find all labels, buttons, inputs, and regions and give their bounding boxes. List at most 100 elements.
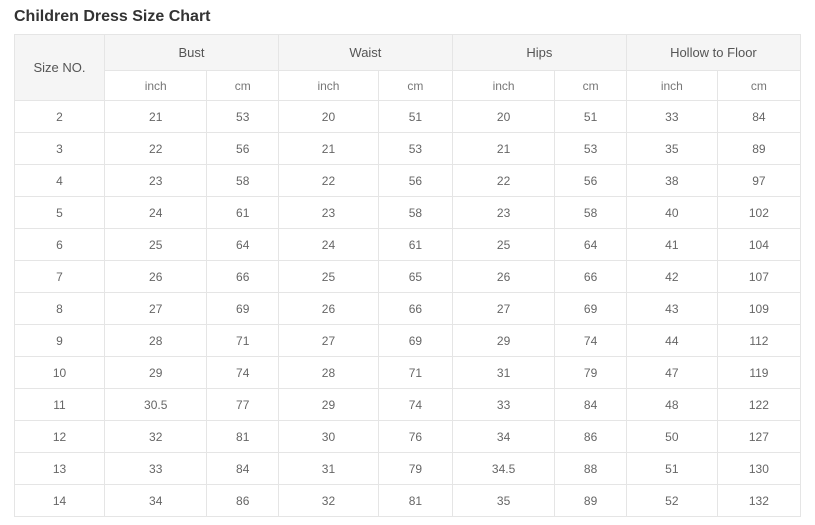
cell-htf_cm: 109	[717, 293, 800, 325]
table-row: 133384317934.58851130	[15, 453, 801, 485]
cell-htf_cm: 119	[717, 357, 800, 389]
cell-waist_cm: 65	[378, 261, 452, 293]
cell-bust_cm: 81	[207, 421, 279, 453]
cell-hips_in: 29	[452, 325, 554, 357]
cell-waist_in: 31	[278, 453, 378, 485]
cell-waist_cm: 66	[378, 293, 452, 325]
cell-size: 2	[15, 101, 105, 133]
hips-header: Hips	[452, 35, 626, 71]
cell-waist_cm: 56	[378, 165, 452, 197]
cell-waist_in: 32	[278, 485, 378, 517]
cell-htf_in: 33	[626, 101, 717, 133]
cell-htf_in: 44	[626, 325, 717, 357]
cell-bust_cm: 77	[207, 389, 279, 421]
cell-bust_in: 30.5	[105, 389, 207, 421]
cell-waist_cm: 51	[378, 101, 452, 133]
table-row: 524612358235840102	[15, 197, 801, 229]
cell-size: 13	[15, 453, 105, 485]
cell-htf_in: 51	[626, 453, 717, 485]
table-row: 42358225622563897	[15, 165, 801, 197]
cell-htf_cm: 112	[717, 325, 800, 357]
cell-waist_cm: 69	[378, 325, 452, 357]
cell-bust_in: 22	[105, 133, 207, 165]
table-row: 625642461256441104	[15, 229, 801, 261]
cell-waist_cm: 81	[378, 485, 452, 517]
cell-size: 6	[15, 229, 105, 261]
cell-size: 3	[15, 133, 105, 165]
cell-bust_cm: 71	[207, 325, 279, 357]
cell-hips_cm: 79	[555, 357, 627, 389]
cell-hips_in: 25	[452, 229, 554, 261]
cell-hips_cm: 69	[555, 293, 627, 325]
size-no-header: Size NO.	[15, 35, 105, 101]
cell-htf_cm: 107	[717, 261, 800, 293]
cell-htf_in: 48	[626, 389, 717, 421]
bust-header: Bust	[105, 35, 279, 71]
cell-bust_in: 26	[105, 261, 207, 293]
cell-bust_cm: 69	[207, 293, 279, 325]
cell-waist_in: 30	[278, 421, 378, 453]
cell-bust_in: 29	[105, 357, 207, 389]
hips-cm-header: cm	[555, 71, 627, 101]
cell-hips_cm: 53	[555, 133, 627, 165]
table-row: 32256215321533589	[15, 133, 801, 165]
cell-size: 11	[15, 389, 105, 421]
cell-waist_in: 20	[278, 101, 378, 133]
cell-waist_cm: 74	[378, 389, 452, 421]
cell-bust_in: 32	[105, 421, 207, 453]
cell-htf_in: 40	[626, 197, 717, 229]
cell-htf_in: 42	[626, 261, 717, 293]
hollow-to-floor-header: Hollow to Floor	[626, 35, 800, 71]
cell-bust_cm: 74	[207, 357, 279, 389]
cell-waist_in: 28	[278, 357, 378, 389]
table-body: 2215320512051338432256215321533589423582…	[15, 101, 801, 517]
cell-waist_in: 22	[278, 165, 378, 197]
cell-hips_in: 21	[452, 133, 554, 165]
cell-hips_in: 20	[452, 101, 554, 133]
cell-hips_in: 34.5	[452, 453, 554, 485]
cell-bust_cm: 86	[207, 485, 279, 517]
cell-htf_cm: 127	[717, 421, 800, 453]
cell-waist_in: 29	[278, 389, 378, 421]
cell-waist_cm: 79	[378, 453, 452, 485]
cell-htf_in: 43	[626, 293, 717, 325]
cell-htf_in: 52	[626, 485, 717, 517]
table-header-units: inch cm inch cm inch cm inch cm	[15, 71, 801, 101]
waist-header: Waist	[278, 35, 452, 71]
cell-bust_cm: 66	[207, 261, 279, 293]
cell-hips_in: 23	[452, 197, 554, 229]
cell-waist_cm: 61	[378, 229, 452, 261]
cell-htf_in: 38	[626, 165, 717, 197]
cell-bust_cm: 84	[207, 453, 279, 485]
cell-hips_cm: 64	[555, 229, 627, 261]
cell-htf_cm: 97	[717, 165, 800, 197]
cell-htf_cm: 122	[717, 389, 800, 421]
htf-inch-header: inch	[626, 71, 717, 101]
cell-size: 5	[15, 197, 105, 229]
cell-htf_cm: 132	[717, 485, 800, 517]
cell-hips_cm: 74	[555, 325, 627, 357]
waist-inch-header: inch	[278, 71, 378, 101]
table-row: 22153205120513384	[15, 101, 801, 133]
cell-waist_cm: 76	[378, 421, 452, 453]
cell-hips_cm: 66	[555, 261, 627, 293]
cell-hips_in: 31	[452, 357, 554, 389]
table-header-groups: Size NO. Bust Waist Hips Hollow to Floor	[15, 35, 801, 71]
cell-bust_cm: 64	[207, 229, 279, 261]
table-row: 1130.5772974338448122	[15, 389, 801, 421]
cell-hips_in: 26	[452, 261, 554, 293]
table-row: 827692666276943109	[15, 293, 801, 325]
cell-hips_cm: 51	[555, 101, 627, 133]
page-title: Children Dress Size Chart	[14, 8, 801, 26]
cell-bust_in: 23	[105, 165, 207, 197]
cell-size: 7	[15, 261, 105, 293]
htf-cm-header: cm	[717, 71, 800, 101]
cell-waist_in: 23	[278, 197, 378, 229]
cell-hips_in: 34	[452, 421, 554, 453]
cell-size: 8	[15, 293, 105, 325]
cell-hips_cm: 88	[555, 453, 627, 485]
cell-size: 14	[15, 485, 105, 517]
cell-bust_in: 34	[105, 485, 207, 517]
cell-htf_in: 47	[626, 357, 717, 389]
cell-htf_cm: 104	[717, 229, 800, 261]
